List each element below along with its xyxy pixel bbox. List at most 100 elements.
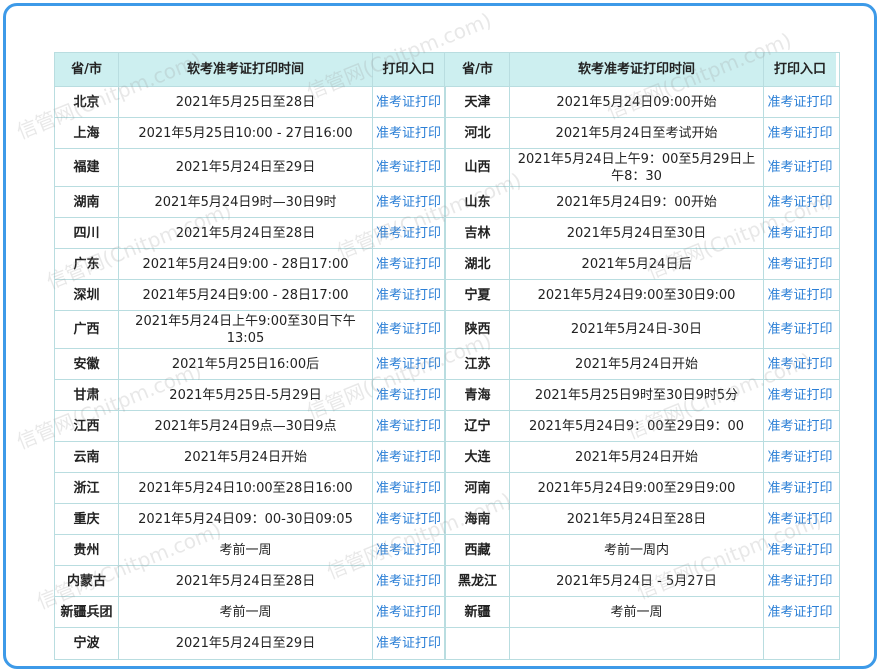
print-entry-link[interactable]: 准考证打印: [373, 349, 445, 379]
print-entry-link[interactable]: 准考证打印: [764, 187, 836, 217]
print-entry-link[interactable]: 准考证打印: [373, 311, 445, 348]
print-entry-link[interactable]: 准考证打印: [764, 87, 836, 117]
print-entry-link[interactable]: 准考证打印: [764, 442, 836, 472]
print-entry-link[interactable]: 准考证打印: [764, 149, 836, 186]
table-row: 贵州 考前一周 准考证打印 西藏 考前一周内 准考证打印: [55, 535, 839, 566]
province-cell: 贵州: [55, 535, 119, 565]
province-cell: 湖北: [446, 249, 510, 279]
print-entry-link[interactable]: 准考证打印: [373, 249, 445, 279]
province-cell: 江西: [55, 411, 119, 441]
table-row: 上海 2021年5月25日10:00 - 27日16:00 准考证打印 河北 2021年…: [55, 118, 839, 149]
print-entry-link[interactable]: 准考证打印: [373, 218, 445, 248]
province-cell: 江苏: [446, 349, 510, 379]
print-entry-link[interactable]: 准考证打印: [764, 118, 836, 148]
print-time-cell: 2021年5月24日至28日: [510, 504, 764, 534]
print-entry-link[interactable]: 准考证打印: [764, 504, 836, 534]
province-cell: [446, 628, 510, 659]
print-entry-link[interactable]: 准考证打印: [373, 628, 445, 659]
table-row: 深圳 2021年5月24日9:00 - 28日17:00 准考证打印 宁夏 2021年5…: [55, 280, 839, 311]
print-entry-link[interactable]: 准考证打印: [373, 149, 445, 186]
print-entry-link[interactable]: 准考证打印: [764, 535, 836, 565]
exam-admission-ticket-table: 省/市 软考准考证打印时间 打印入口 省/市 软考准考证打印时间 打印入口 北京…: [54, 52, 840, 660]
print-entry-link[interactable]: 准考证打印: [764, 473, 836, 503]
print-time-cell: 考前一周: [119, 597, 373, 627]
print-entry-link[interactable]: 准考证打印: [373, 504, 445, 534]
print-time-cell: 2021年5月24日开始: [510, 442, 764, 472]
table-row: 宁波 2021年5月24日至29日 准考证打印: [55, 628, 839, 659]
print-time-cell: 2021年5月24日-30日: [510, 311, 764, 348]
print-entry-link[interactable]: 准考证打印: [764, 566, 836, 596]
header-link-left: 打印入口: [373, 53, 445, 86]
table-row: 云南 2021年5月24日开始 准考证打印 大连 2021年5月24日开始 准考证打印: [55, 442, 839, 473]
province-cell: 湖南: [55, 187, 119, 217]
print-time-cell: 2021年5月24日开始: [510, 349, 764, 379]
print-time-cell: 2021年5月25日16:00后: [119, 349, 373, 379]
print-time-cell: 2021年5月24日9:00至29日9:00: [510, 473, 764, 503]
print-entry-link[interactable]: 准考证打印: [764, 349, 836, 379]
print-entry-link[interactable]: 准考证打印: [373, 535, 445, 565]
province-cell: 云南: [55, 442, 119, 472]
province-cell: 海南: [446, 504, 510, 534]
print-entry-link[interactable]: 准考证打印: [373, 187, 445, 217]
print-entry-link[interactable]: 准考证打印: [764, 380, 836, 410]
print-time-cell: 2021年5月24日至考试开始: [510, 118, 764, 148]
header-link-right: 打印入口: [764, 53, 836, 86]
print-time-cell: [510, 628, 764, 659]
province-cell: 山西: [446, 149, 510, 186]
province-cell: 甘肃: [55, 380, 119, 410]
print-entry-link[interactable]: 准考证打印: [373, 442, 445, 472]
print-time-cell: 2021年5月25日-5月29日: [119, 380, 373, 410]
print-entry-link[interactable]: 准考证打印: [764, 218, 836, 248]
table-header-row: 省/市 软考准考证打印时间 打印入口 省/市 软考准考证打印时间 打印入口: [55, 53, 839, 87]
print-time-cell: 2021年5月24日上午9:00至30日下午13:05: [119, 311, 373, 348]
print-time-cell: 2021年5月24日至30日: [510, 218, 764, 248]
print-time-cell: 2021年5月24日至29日: [119, 628, 373, 659]
print-time-cell: 2021年5月24日9时—30日9时: [119, 187, 373, 217]
print-entry-link[interactable]: 准考证打印: [764, 280, 836, 310]
province-cell: 山东: [446, 187, 510, 217]
print-time-cell: 2021年5月24日至28日: [119, 566, 373, 596]
print-time-cell: 2021年5月24日09:00开始: [510, 87, 764, 117]
table-row: 北京 2021年5月25日至28日 准考证打印 天津 2021年5月24日09:00开始…: [55, 87, 839, 118]
print-entry-link: [764, 628, 836, 659]
print-time-cell: 2021年5月24日开始: [119, 442, 373, 472]
print-time-cell: 2021年5月25日10:00 - 27日16:00: [119, 118, 373, 148]
print-time-cell: 2021年5月24日9:00 - 28日17:00: [119, 280, 373, 310]
province-cell: 上海: [55, 118, 119, 148]
print-time-cell: 2021年5月24日9:00 - 28日17:00: [119, 249, 373, 279]
print-time-cell: 2021年5月25日至28日: [119, 87, 373, 117]
print-entry-link[interactable]: 准考证打印: [373, 597, 445, 627]
print-entry-link[interactable]: 准考证打印: [373, 118, 445, 148]
province-cell: 大连: [446, 442, 510, 472]
province-cell: 黑龙江: [446, 566, 510, 596]
print-entry-link[interactable]: 准考证打印: [764, 311, 836, 348]
print-entry-link[interactable]: 准考证打印: [373, 473, 445, 503]
print-time-cell: 2021年5月24日09：00-30日09:05: [119, 504, 373, 534]
table-row: 内蒙古 2021年5月24日至28日 准考证打印 黑龙江 2021年5月24日 - 5月…: [55, 566, 839, 597]
province-cell: 西藏: [446, 535, 510, 565]
print-entry-link[interactable]: 准考证打印: [373, 280, 445, 310]
province-cell: 河北: [446, 118, 510, 148]
header-time-left: 软考准考证打印时间: [119, 53, 373, 86]
print-time-cell: 2021年5月24日10:00至28日16:00: [119, 473, 373, 503]
print-entry-link[interactable]: 准考证打印: [373, 380, 445, 410]
print-time-cell: 2021年5月24日上午9：00至5月29日上午8：30: [510, 149, 764, 186]
table-row: 福建 2021年5月24日至29日 准考证打印 山西 2021年5月24日上午9：00至…: [55, 149, 839, 187]
table-row: 浙江 2021年5月24日10:00至28日16:00 准考证打印 河南 2021年5月…: [55, 473, 839, 504]
print-entry-link[interactable]: 准考证打印: [764, 597, 836, 627]
print-entry-link[interactable]: 准考证打印: [373, 87, 445, 117]
print-entry-link[interactable]: 准考证打印: [764, 249, 836, 279]
header-province-left: 省/市: [55, 53, 119, 86]
print-entry-link[interactable]: 准考证打印: [373, 566, 445, 596]
print-time-cell: 2021年5月24日9：00开始: [510, 187, 764, 217]
province-cell: 河南: [446, 473, 510, 503]
header-province-right: 省/市: [446, 53, 510, 86]
print-entry-link[interactable]: 准考证打印: [373, 411, 445, 441]
province-cell: 广西: [55, 311, 119, 348]
province-cell: 四川: [55, 218, 119, 248]
table-body: 北京 2021年5月25日至28日 准考证打印 天津 2021年5月24日09:00开始…: [55, 87, 839, 659]
table-row: 重庆 2021年5月24日09：00-30日09:05 准考证打印 海南 2021年5月…: [55, 504, 839, 535]
table-row: 甘肃 2021年5月25日-5月29日 准考证打印 青海 2021年5月25日9时至30…: [55, 380, 839, 411]
province-cell: 宁波: [55, 628, 119, 659]
print-entry-link[interactable]: 准考证打印: [764, 411, 836, 441]
